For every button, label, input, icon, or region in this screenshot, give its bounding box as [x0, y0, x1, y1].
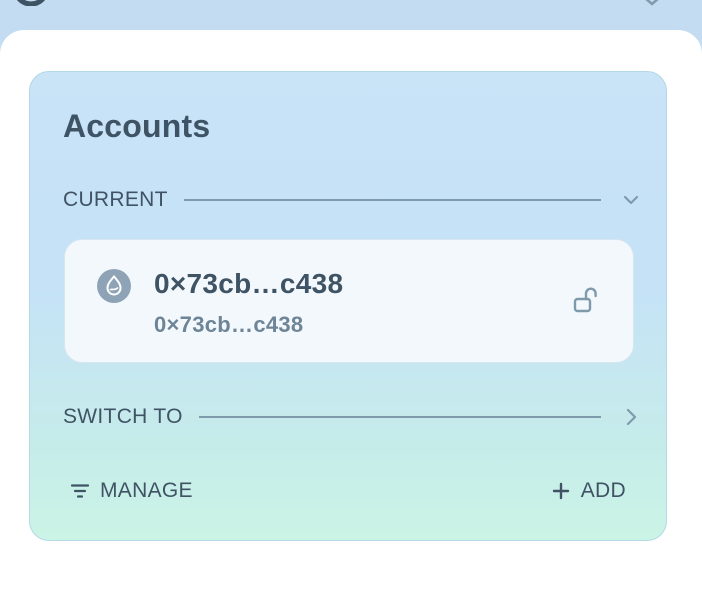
chevron-right-icon[interactable]	[619, 405, 643, 429]
accounts-panel: Accounts CURRENT 0×73cb…c438 0×73cb…c438…	[29, 71, 667, 541]
lock-account-button[interactable]	[565, 280, 609, 320]
chevron-down-icon[interactable]	[642, 0, 662, 6]
plus-icon	[552, 482, 569, 500]
switch-to-section-header[interactable]: SWITCH TO	[63, 402, 643, 432]
sui-drop-icon	[97, 269, 131, 303]
section-divider	[198, 416, 601, 418]
manage-label: MANAGE	[100, 479, 193, 502]
account-address: 0×73cb…c438	[154, 312, 304, 337]
switch-to-section-label: SWITCH TO	[63, 405, 183, 428]
account-name: 0×73cb…c438	[154, 268, 344, 299]
panel-title: Accounts	[63, 108, 211, 144]
section-divider	[183, 199, 601, 201]
current-account-card[interactable]: 0×73cb…c438 0×73cb…c438	[64, 239, 634, 363]
add-account-button[interactable]: ADD	[551, 474, 626, 508]
current-section-label: CURRENT	[63, 188, 168, 211]
unlocked-padlock-icon	[573, 287, 597, 313]
logo-icon	[16, 0, 46, 6]
current-section-header[interactable]: CURRENT	[63, 185, 643, 215]
filter-icon	[70, 484, 90, 498]
chevron-down-icon[interactable]	[619, 188, 643, 212]
add-label: ADD	[580, 479, 626, 502]
manage-button[interactable]: MANAGE	[70, 474, 193, 508]
